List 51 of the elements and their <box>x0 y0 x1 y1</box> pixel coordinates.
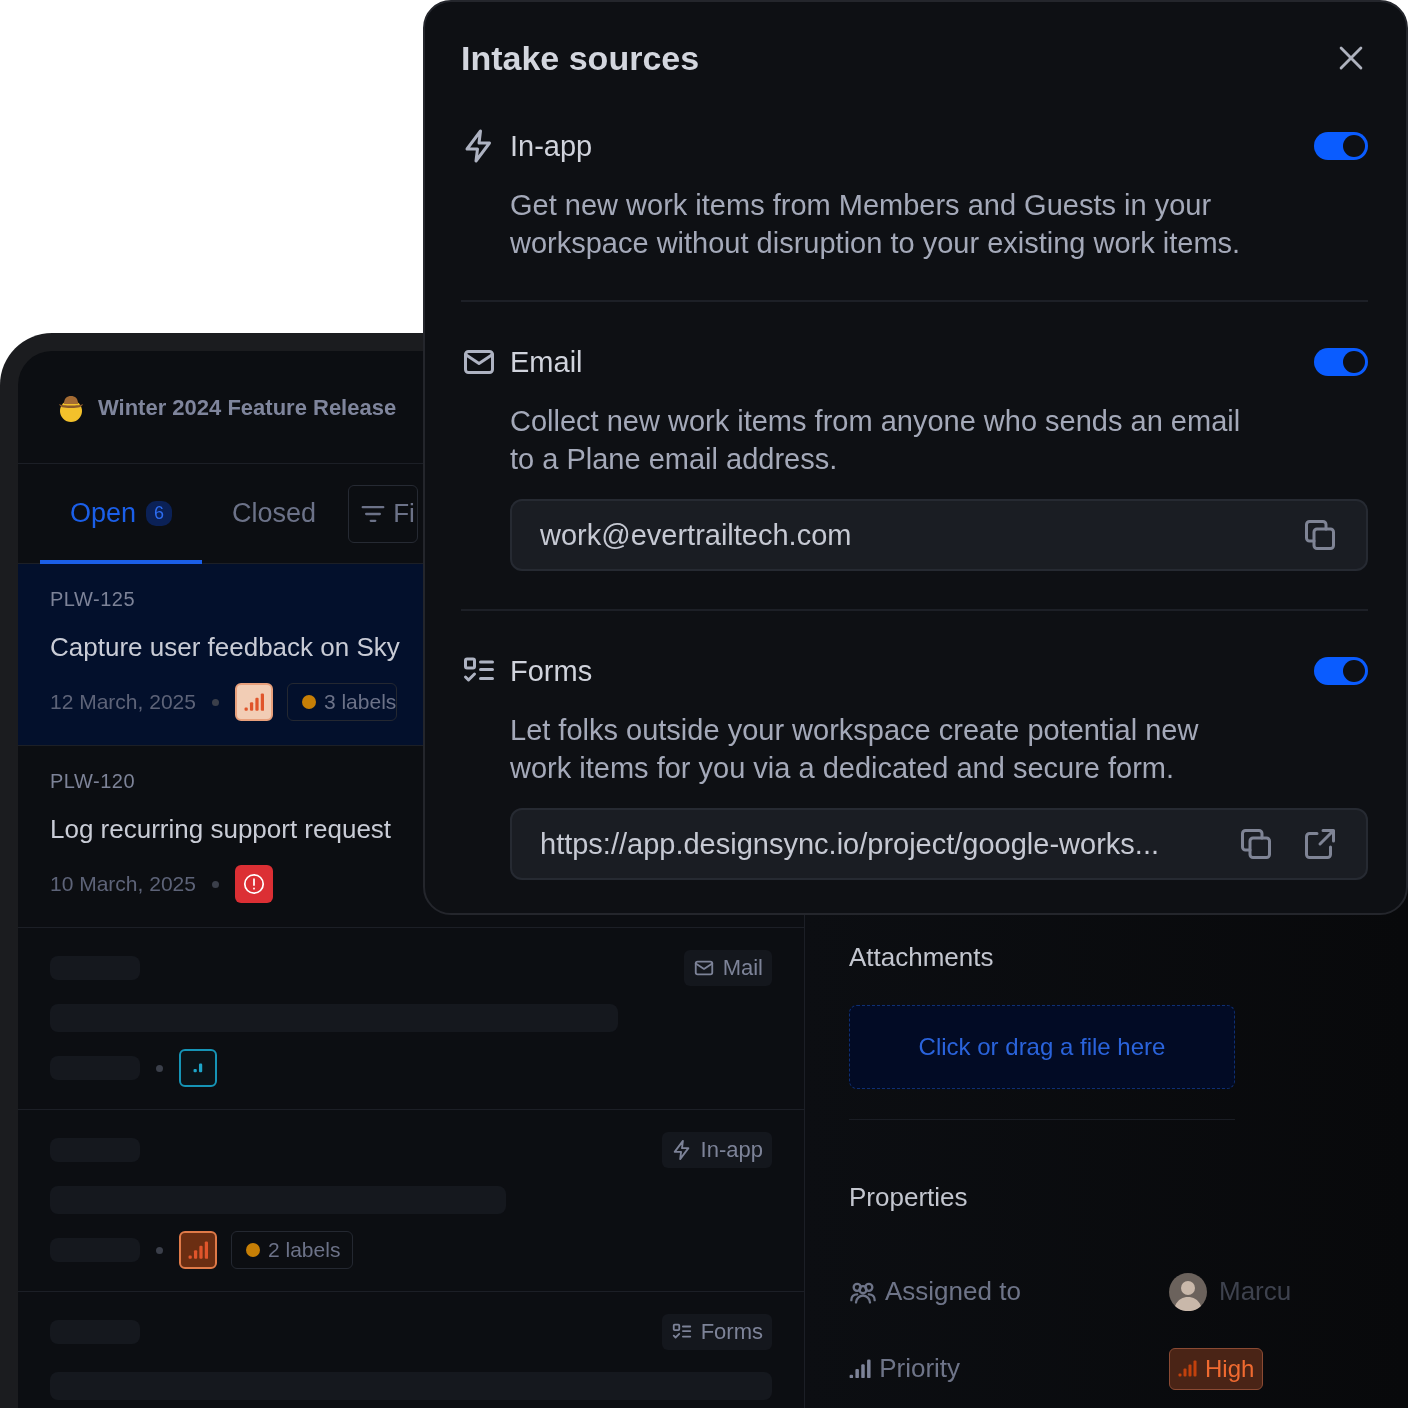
separator-dot <box>156 1064 163 1072</box>
project-title: Winter 2024 Feature Release <box>98 395 397 421</box>
separator-dot <box>156 1246 163 1254</box>
property-label: Assigned to <box>885 1276 1021 1307</box>
dialog-title: Intake sources <box>461 38 700 78</box>
issue-date: 10 March, 2025 <box>50 872 196 896</box>
toggle-switch[interactable] <box>1314 348 1368 376</box>
toggle-switch[interactable] <box>1314 657 1368 685</box>
issue-row[interactable]: In-app 2 labels <box>18 1110 804 1292</box>
section-heading: Attachments <box>849 942 995 973</box>
assignee-name: Marcu <box>1219 1276 1292 1307</box>
email-field[interactable]: work@evertrailtech.com <box>510 499 1368 571</box>
source-label: Forms <box>700 1319 763 1345</box>
filter-button[interactable]: Fi <box>348 484 419 543</box>
source-label: In-app <box>700 1137 763 1163</box>
source-description: Collect new work items from anyone who sends an email to a Plane email address. <box>510 404 1242 477</box>
emoji-icon <box>56 393 86 423</box>
copy-icon <box>1238 826 1274 862</box>
labels-chip: 2 labels <box>231 1231 354 1269</box>
filter-icon <box>361 505 386 522</box>
signal-bars-icon <box>243 692 265 712</box>
issue-row[interactable]: Mail <box>18 928 804 1110</box>
file-dropzone[interactable]: Click or drag a file here <box>849 1005 1235 1089</box>
external-link-icon <box>1302 826 1338 862</box>
count-badge: 6 <box>146 501 173 526</box>
issue-row[interactable]: Forms <box>18 1292 804 1408</box>
source-label: Mail <box>722 955 763 981</box>
issue-title: Capture user feedback on Sky <box>50 631 400 663</box>
source-label: Email <box>510 345 584 379</box>
property-label: Priority <box>879 1353 961 1384</box>
issue-date: 12 March, 2025 <box>50 690 196 714</box>
url-field[interactable]: https://app.designsync.io/project/google-works... <box>510 808 1368 880</box>
signal-bars-icon <box>849 1358 872 1379</box>
issue-id: PLW-125 <box>50 588 136 611</box>
tab[interactable]: Closed <box>202 464 347 564</box>
signal-bars-icon <box>1178 1360 1197 1377</box>
avatar <box>1169 1272 1207 1311</box>
priority-chip[interactable]: High <box>1169 1347 1264 1390</box>
source-label: Forms <box>510 654 594 688</box>
source-description: Get new work items from Members and Guests in your workspace without disruption to your existing work items. <box>510 188 1242 261</box>
separator-dot <box>211 698 219 706</box>
copy-icon <box>1302 517 1338 553</box>
toggle-switch[interactable] <box>1314 132 1368 160</box>
issue-title: Log recurring support request <box>50 813 392 845</box>
separator-dot <box>211 880 219 888</box>
source-label: In-app <box>510 129 594 163</box>
signal-bars-icon <box>193 1063 203 1073</box>
labels-chip: 3 labels <box>286 683 398 721</box>
issue-id: PLW-120 <box>50 770 136 793</box>
signal-bars-icon <box>187 1240 209 1260</box>
section-heading: Properties <box>849 1182 969 1213</box>
